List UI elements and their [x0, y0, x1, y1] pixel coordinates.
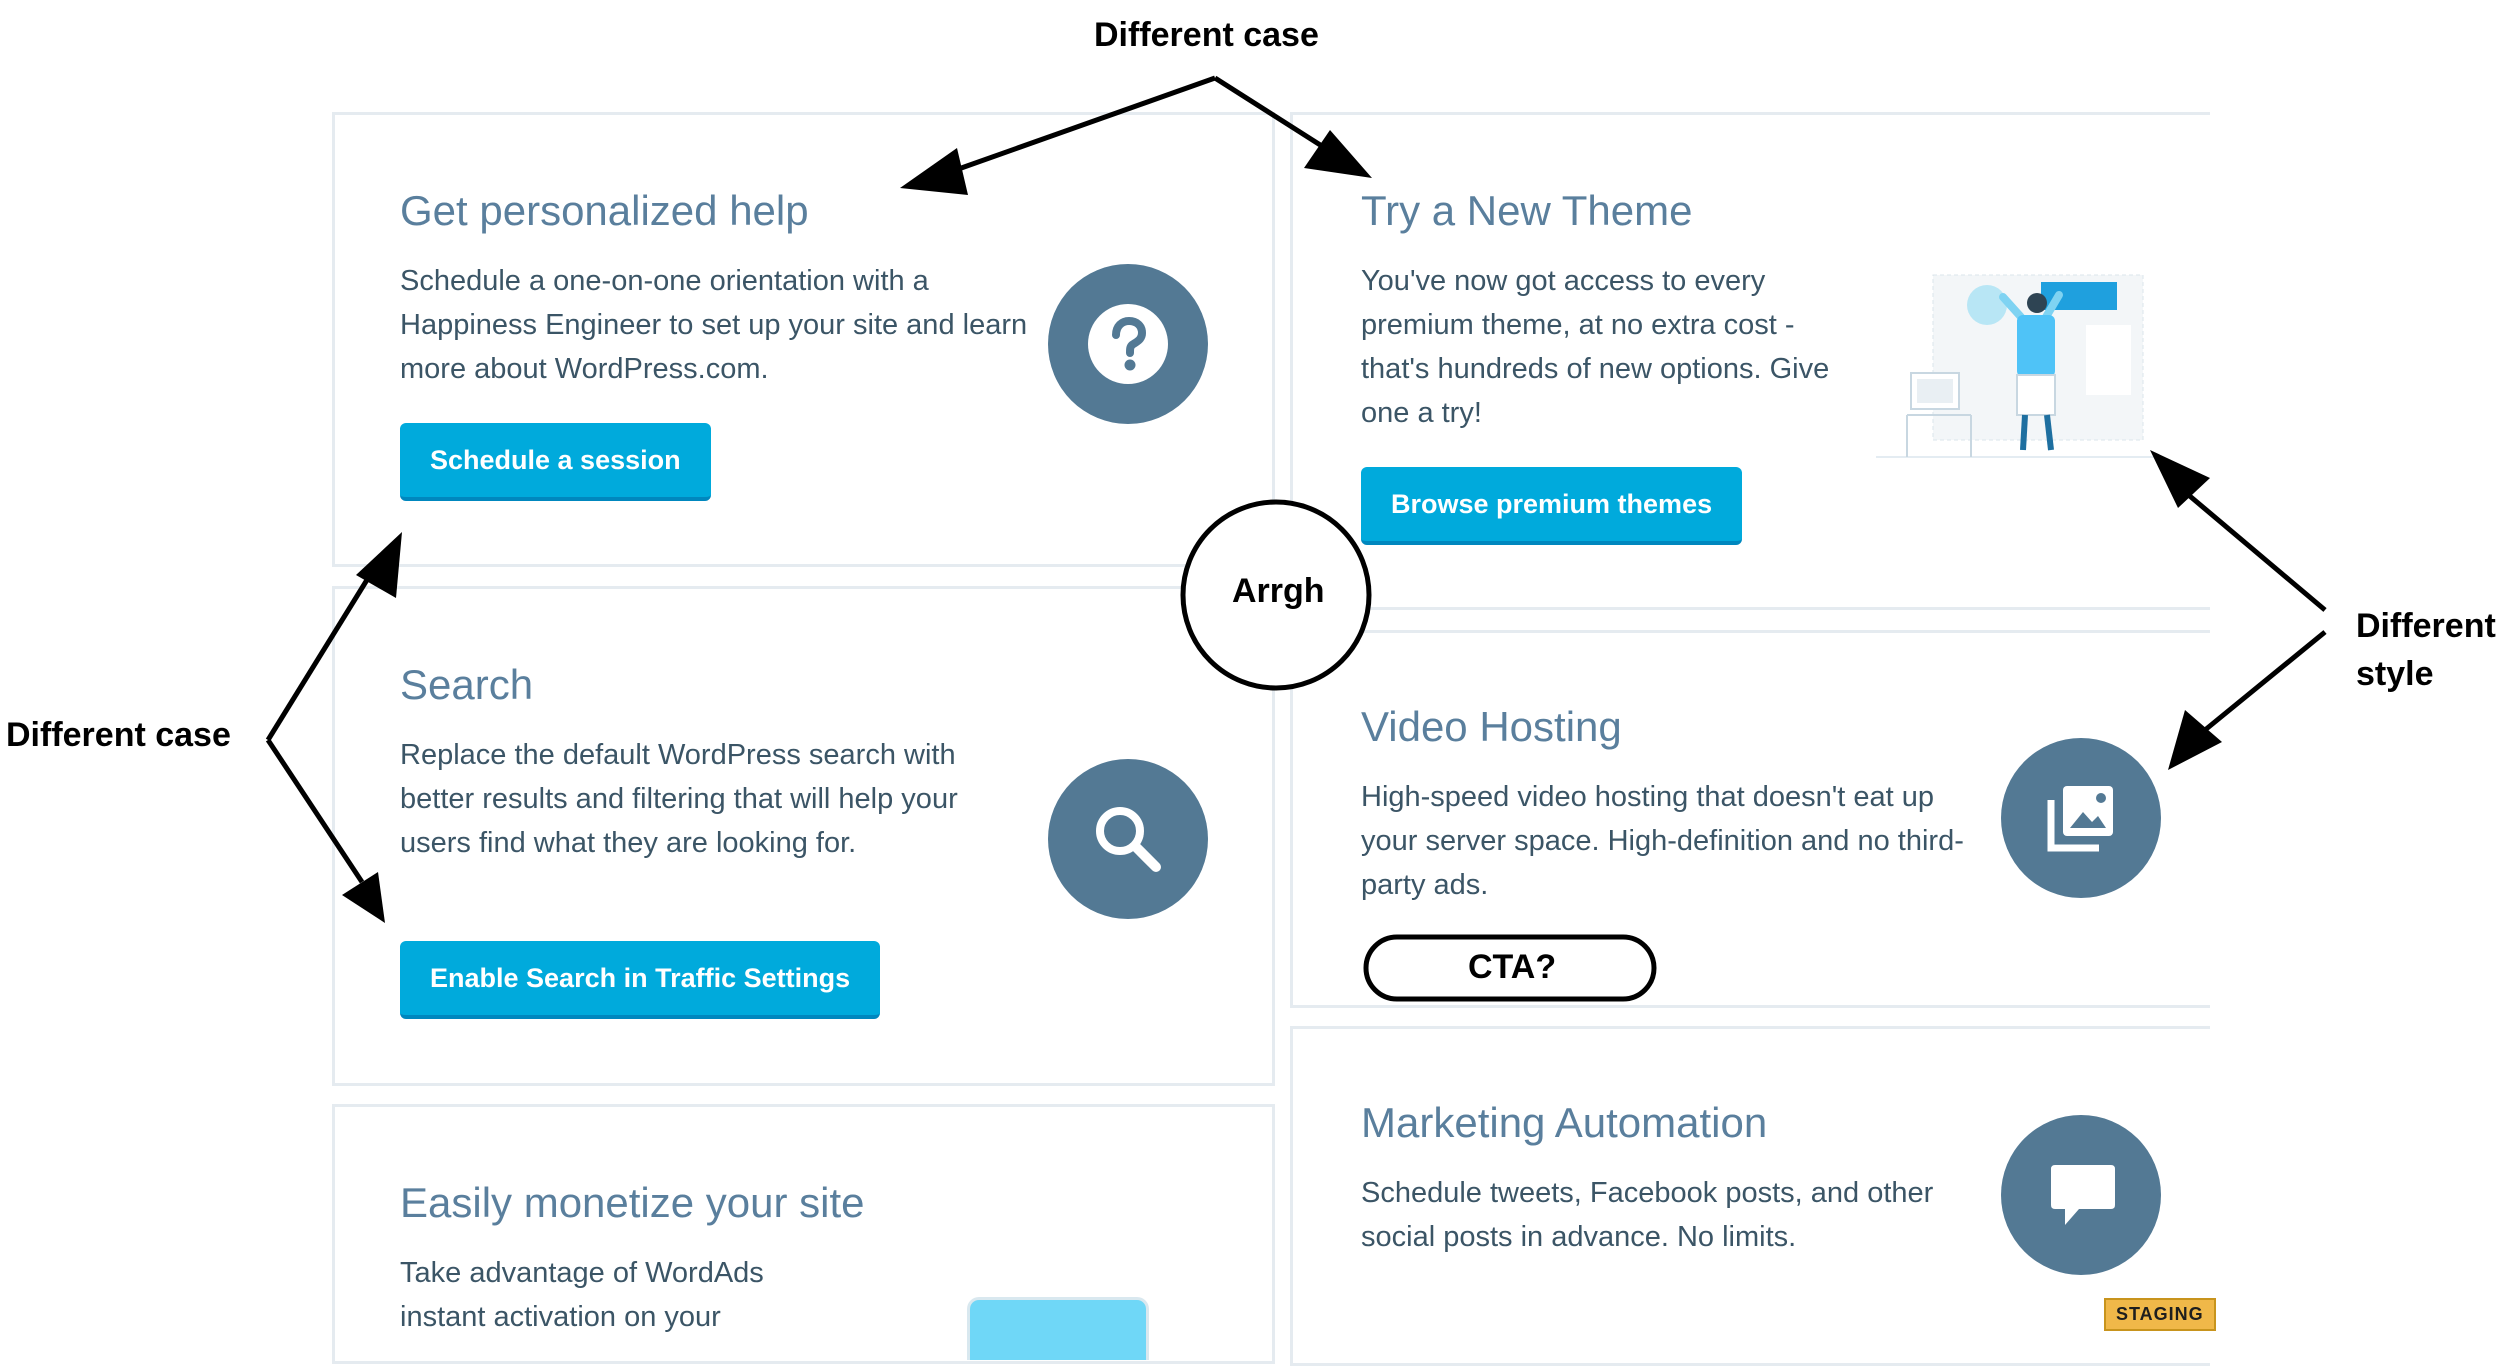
marketing-card-title: Marketing Automation	[1361, 1099, 1768, 1146]
question-icon	[1048, 264, 1208, 424]
magnifier-glyph	[1096, 807, 1161, 872]
search-icon	[1048, 759, 1208, 919]
search-card: Search Replace the default WordPress sea…	[332, 586, 1275, 1086]
annotation-center: Arrgh	[1232, 572, 1325, 610]
annotation-right-line1: Different	[2356, 607, 2496, 645]
theme-card-description: You've now got access to every premium t…	[1361, 265, 1830, 429]
question-icon-glyph	[1088, 304, 1168, 384]
monetize-card-title: Easily monetize your site	[400, 1179, 865, 1226]
search-card-title: Search	[400, 661, 534, 708]
monetize-card: Easily monetize your site Take advantage…	[332, 1104, 1275, 1364]
video-card: Video Hosting High-speed video hosting t…	[1290, 630, 2210, 1008]
video-card-description: High-speed video hosting that doesn't ea…	[1361, 781, 1964, 901]
image-gallery-icon	[2001, 738, 2161, 898]
speech-bubble-icon	[2001, 1115, 2161, 1275]
gallery-glyph	[2047, 786, 2113, 852]
annotation-right: Different style	[2356, 602, 2496, 698]
annotation-left: Different case	[6, 716, 231, 754]
help-card-description: Schedule a one-on-one orientation with a…	[400, 265, 1028, 385]
help-card-title: Get personalized help	[400, 187, 809, 234]
browse-themes-button[interactable]: Browse premium themes	[1361, 467, 1743, 545]
speech-bubble-glyph	[2051, 1165, 2115, 1225]
annotation-cta: CTA?	[1468, 948, 1557, 986]
theme-card: Try a New Theme You've now got access to…	[1290, 112, 2210, 610]
wordads-illustration	[967, 1297, 1149, 1360]
theme-card-title: Try a New Theme	[1361, 187, 1693, 234]
annotation-right-line2: style	[2356, 655, 2434, 693]
marketing-card-description: Schedule tweets, Facebook posts, and oth…	[1361, 1177, 1934, 1253]
staging-badge: STAGING	[2104, 1298, 2216, 1331]
marketing-card: Marketing Automation Schedule tweets, Fa…	[1290, 1026, 2210, 1366]
schedule-session-button[interactable]: Schedule a session	[400, 423, 711, 501]
annotation-top: Different case	[1094, 16, 1319, 54]
monetize-card-description: Take advantage of WordAds instant activa…	[400, 1257, 764, 1333]
help-card: Get personalized help Schedule a one-on-…	[332, 112, 1275, 567]
search-card-description: Replace the default WordPress search wit…	[400, 739, 958, 859]
person-designing-illustration	[1876, 274, 2161, 458]
enable-search-button[interactable]: Enable Search in Traffic Settings	[400, 941, 881, 1019]
video-card-title: Video Hosting	[1361, 703, 1622, 750]
